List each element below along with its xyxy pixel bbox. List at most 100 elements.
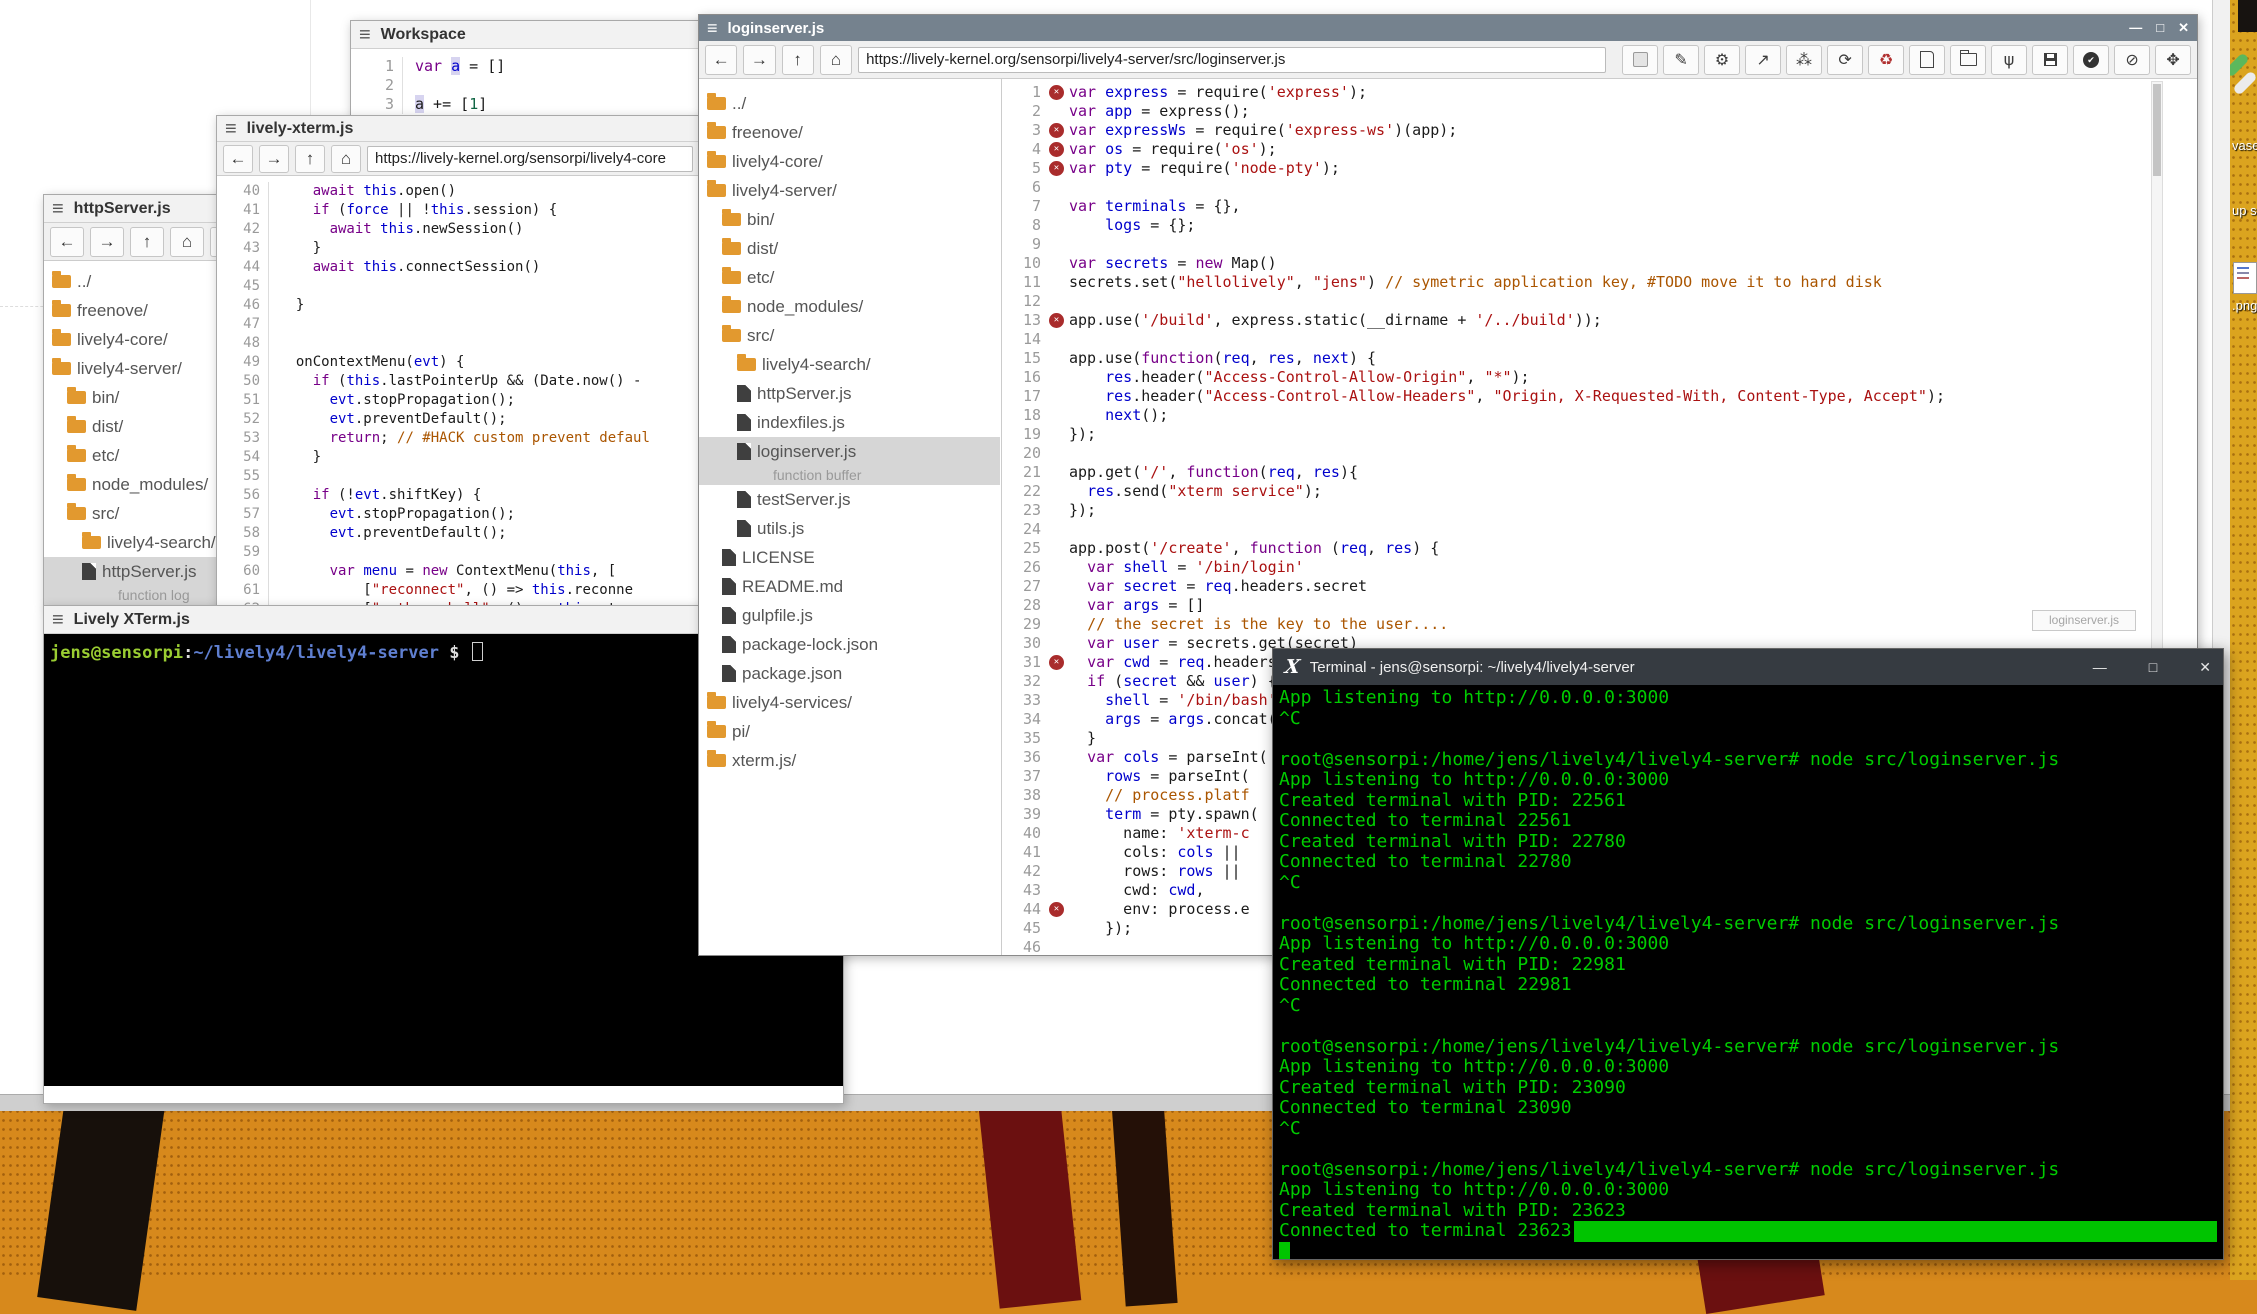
terminal-output[interactable]: App listening to http://0.0.0.0:3000^Cro… (1273, 685, 2223, 1259)
tree-item-httpServer-js[interactable]: httpServer.jsfunction logclass Serveropt… (44, 557, 244, 606)
code-line[interactable]: 48 (217, 334, 699, 353)
error-marker-icon[interactable]: ✕ (1049, 902, 1064, 917)
code-line[interactable]: 19}); (1011, 425, 2151, 444)
code-line[interactable]: 61 ["reconnect", () => this.reconne (217, 581, 699, 600)
code-line[interactable]: 2 (351, 76, 699, 95)
tree-item-README-md[interactable]: README.md (699, 572, 1000, 601)
tree-item-src[interactable]: src/ (44, 499, 244, 528)
tree-item-gulpfile-js[interactable]: gulpfile.js (699, 601, 1000, 630)
tree-item-testServer-js[interactable]: testServer.js (699, 485, 1000, 514)
menu-icon[interactable]: ≡ (52, 195, 64, 223)
cancel-icon[interactable]: ⊘ (2114, 45, 2150, 75)
tree-item-pi[interactable]: pi/ (699, 717, 1000, 746)
png-thumbnail-icon[interactable] (2233, 262, 2257, 294)
tree-item-etc[interactable]: etc/ (699, 263, 1000, 292)
tree-item-etc[interactable]: etc/ (44, 441, 244, 470)
code-line[interactable]: 11secrets.set("hellolively", "jens") // … (1011, 273, 2151, 292)
code-line[interactable]: 51 evt.stopPropagation(); (217, 391, 699, 410)
code-line[interactable]: 9 (1011, 235, 2151, 254)
tree-item-sublabel[interactable]: function buffer (737, 466, 1000, 485)
brush-icon[interactable]: ✎ (1663, 45, 1699, 75)
home-button[interactable]: ⌂ (331, 145, 361, 173)
xterm-browser-editor[interactable]: 40 await this.open()41 if (force || !thi… (217, 178, 699, 611)
xterm-browser-titlebar[interactable]: ≡ lively-xterm.js (217, 116, 699, 142)
code-line[interactable]: 14 (1011, 330, 2151, 349)
code-line[interactable]: 27 var secret = req.headers.secret (1011, 577, 2151, 596)
desktop-icon-partial[interactable] (2238, 0, 2257, 32)
tree-item-dist[interactable]: dist/ (699, 234, 1000, 263)
tree-item-httpServer-js[interactable]: httpServer.js (699, 379, 1000, 408)
back-button[interactable]: ← (223, 145, 253, 173)
tree-item-[interactable]: ../ (699, 89, 1000, 118)
code-line[interactable]: 54 } (217, 448, 699, 467)
cable-icon[interactable] (2232, 70, 2257, 95)
code-line[interactable]: 18 next(); (1011, 406, 2151, 425)
code-line[interactable]: 5✕var pty = require('node-pty'); (1011, 159, 2151, 178)
open-external-icon[interactable]: ↗ (1745, 45, 1781, 75)
error-marker-icon[interactable]: ✕ (1049, 313, 1064, 328)
back-button[interactable]: ← (50, 227, 84, 257)
code-line[interactable]: 23}); (1011, 501, 2151, 520)
forward-button[interactable]: → (90, 227, 124, 257)
up-button[interactable]: ↑ (130, 227, 164, 257)
error-marker-icon[interactable]: ✕ (1049, 161, 1064, 176)
code-line[interactable]: 43 } (217, 239, 699, 258)
tree-item-src[interactable]: src/ (699, 321, 1000, 350)
code-line[interactable]: 46 } (217, 296, 699, 315)
select-checkbox[interactable] (1622, 45, 1658, 75)
code-line[interactable]: 55 (217, 467, 699, 486)
desktop-icon-label[interactable]: .png (2232, 298, 2257, 313)
code-line[interactable]: 22 res.send("xterm service"); (1011, 482, 2151, 501)
new-file-icon[interactable] (1909, 45, 1945, 75)
code-line[interactable]: 25app.post('/create', function (req, res… (1011, 539, 2151, 558)
tree-item-freenove[interactable]: freenove/ (44, 296, 244, 325)
editor-scrollbar-thumb[interactable] (2153, 84, 2161, 176)
tree-item-bin[interactable]: bin/ (699, 205, 1000, 234)
code-line[interactable]: 29 // the secret is the key to the user.… (1011, 615, 2151, 634)
code-line[interactable]: 59 (217, 543, 699, 562)
desktop-icon-label[interactable]: vasea (2232, 138, 2257, 153)
minimize-button[interactable]: — (2129, 20, 2142, 36)
tree-item-package-json[interactable]: package.json (699, 659, 1000, 688)
code-line[interactable]: 15app.use(function(req, res, next) { (1011, 349, 2151, 368)
code-line[interactable]: 6 (1011, 178, 2151, 197)
close-button[interactable]: ✕ (2199, 659, 2211, 676)
workspace-titlebar[interactable]: ≡ Workspace (351, 21, 699, 49)
refresh-icon[interactable]: ⟳ (1827, 45, 1863, 75)
code-line[interactable]: 21app.get('/', function(req, res){ (1011, 463, 2151, 482)
tree-item-bin[interactable]: bin/ (44, 383, 244, 412)
maximize-button[interactable]: □ (2156, 20, 2164, 36)
accept-icon[interactable]: ✔ (2073, 45, 2109, 75)
tree-item-lively4-services[interactable]: lively4-services/ (699, 688, 1000, 717)
code-line[interactable]: 20 (1011, 444, 2151, 463)
code-line[interactable]: 40 await this.open() (217, 182, 699, 201)
home-button[interactable]: ⌂ (170, 227, 204, 257)
code-line[interactable]: 47 (217, 315, 699, 334)
error-marker-icon[interactable]: ✕ (1049, 142, 1064, 157)
code-line[interactable]: 50 if (this.lastPointerUp && (Date.now()… (217, 372, 699, 391)
tree-item-node-modules[interactable]: node_modules/ (699, 292, 1000, 321)
code-line[interactable]: 7var terminals = {}, (1011, 197, 2151, 216)
code-line[interactable]: 60 var menu = new ContextMenu(this, [ (217, 562, 699, 581)
code-line[interactable]: 24 (1011, 520, 2151, 539)
new-folder-icon[interactable] (1950, 45, 1986, 75)
tree-item-indexfiles-js[interactable]: indexfiles.js (699, 408, 1000, 437)
code-line[interactable]: 56 if (!evt.shiftKey) { (217, 486, 699, 505)
minimize-button[interactable]: — (2093, 659, 2107, 676)
tree-item-node-modules[interactable]: node_modules/ (44, 470, 244, 499)
up-button[interactable]: ↑ (295, 145, 325, 173)
code-line[interactable]: 3a += [1] (351, 95, 699, 114)
forward-button[interactable]: → (259, 145, 289, 173)
code-line[interactable]: 12 (1011, 292, 2151, 311)
tree-code-divider[interactable] (1001, 79, 1002, 955)
forward-button[interactable]: → (743, 45, 775, 75)
menu-icon[interactable]: ≡ (707, 18, 718, 39)
code-line[interactable]: 53 return; // #HACK custom prevent defau… (217, 429, 699, 448)
error-marker-icon[interactable]: ✕ (1049, 655, 1064, 670)
graph-icon[interactable]: ⁂ (1786, 45, 1822, 75)
error-marker-icon[interactable]: ✕ (1049, 85, 1064, 100)
workspace-editor[interactable]: 1var a = []23a += [1] (351, 49, 699, 117)
tree-item-freenove[interactable]: freenove/ (699, 118, 1000, 147)
menu-icon[interactable]: ≡ (225, 115, 237, 143)
home-button[interactable]: ⌂ (820, 45, 852, 75)
